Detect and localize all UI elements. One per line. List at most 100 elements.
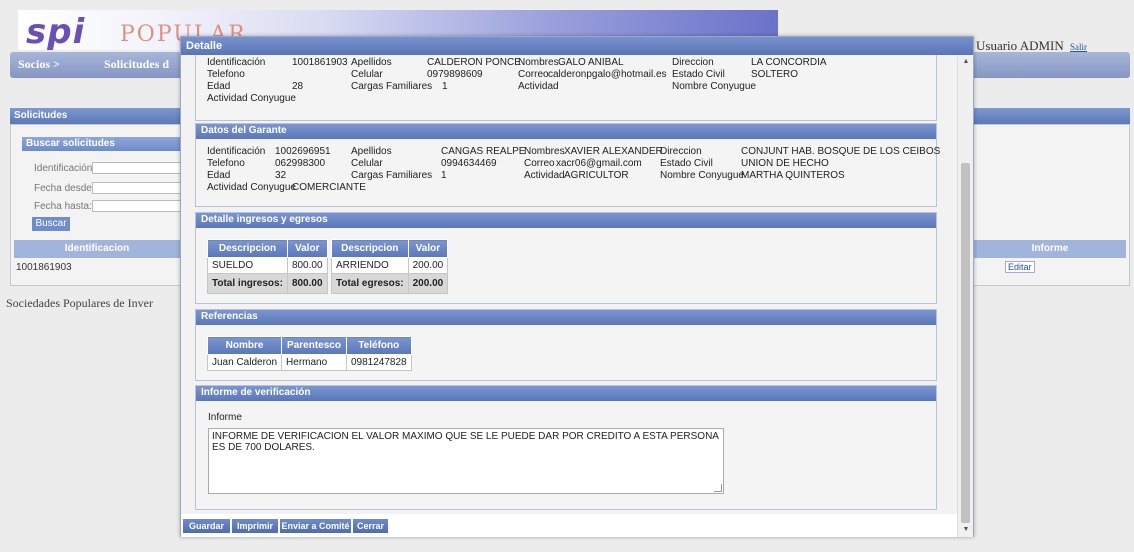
table-row: SUELDO 800.00 [207, 257, 328, 274]
scroll-down-icon[interactable]: ▼ [958, 523, 974, 537]
label-identificacion: Identificación: [34, 163, 96, 174]
guarantor-celular-label: Celular [351, 158, 383, 169]
scrollbar-thumb[interactable] [961, 163, 970, 523]
guarantor-actividad-conyugue-label: Actividad Conyugue [207, 182, 296, 193]
ref-nombre: Juan Calderon [206, 354, 283, 371]
references-section-title: Referencias [196, 310, 936, 325]
guarantor-nombre-conyugue-label: Nombre Conyugue [660, 170, 744, 181]
guarantor-estado-civil: UNION DE HECHO [741, 158, 829, 169]
guarantor-direccion: CONJUNT HAB. BOSQUE DE LOS CEIBOS [741, 146, 941, 157]
resize-grip-icon[interactable] [714, 484, 722, 492]
verification-section-title: Informe de verificación [196, 386, 936, 401]
search-box-title: Buscar solicitudes [22, 137, 182, 151]
applicant-telefono-label: Telefono [207, 69, 245, 80]
references-table: Nombre Parentesco Teléfono Juan Calderon… [206, 336, 412, 371]
guarantor-estado-civil-label: Estado Civil [660, 158, 713, 169]
applicant-nombres: GALO ANIBAL [558, 57, 624, 68]
search-id-input[interactable] [92, 162, 192, 174]
footer-text: Sociedades Populares de Inver [6, 296, 153, 310]
search-from-input[interactable] [92, 182, 192, 194]
close-button[interactable]: Cerrar [353, 519, 389, 533]
guarantor-cargas: 1 [441, 170, 447, 181]
table-row: Total egresos: 200.00 [331, 273, 449, 294]
guarantor-identificacion-label: Identificación [207, 146, 266, 157]
search-button[interactable]: Buscar [32, 217, 70, 231]
dialog-title: Detalle [181, 37, 973, 55]
applicant-estado-civil: SOLTERO [751, 69, 799, 80]
applicant-edad-label: Edad [207, 81, 231, 92]
finance-section-title: Detalle ingresos y egresos [196, 213, 936, 228]
dialog-scrollbar[interactable]: ▲ ▼ [957, 55, 973, 537]
applicant-actividad-label: Actividad [518, 81, 559, 92]
dialog-footer: Guardar Imprimir Enviar a Comité Cerrar [181, 514, 957, 537]
guarantor-correo-label: Correo [524, 158, 555, 169]
table-row: Juan Calderon Hermano 0981247828 [206, 354, 412, 371]
income-value: 800.00 [286, 257, 328, 274]
total-expense: 200.00 [407, 273, 449, 294]
save-button[interactable]: Guardar [183, 519, 231, 533]
col-header-informe: Informe [974, 240, 1126, 258]
verification-section: Informe de verificación Informe INFORME … [195, 385, 937, 510]
applicant-estado-civil-label: Estado Civil [672, 69, 725, 80]
guarantor-edad-label: Edad [207, 170, 231, 181]
ref-parentesco: Hermano [281, 354, 347, 371]
scroll-up-icon[interactable]: ▲ [958, 55, 974, 69]
applicant-apellidos-label: Apellidos [351, 57, 392, 68]
search-to-input[interactable] [92, 200, 192, 212]
print-button[interactable]: Imprimir [232, 519, 279, 533]
guarantor-telefono-label: Telefono [207, 158, 245, 169]
col-header-identificacion: Identificacion [14, 240, 180, 258]
applicant-cargas: 1 [442, 81, 448, 92]
income-col-valor: Valor [286, 239, 328, 258]
table-row: Total ingresos: 800.00 [207, 273, 328, 294]
applicant-correo-label: Correo [518, 69, 549, 80]
expense-value: 200.00 [407, 257, 449, 274]
total-expense-label: Total egresos: [331, 273, 409, 294]
applicant-correo: calderonpgalo@hotmail.es [548, 69, 667, 80]
applicant-nombres-label: Nombres [518, 57, 559, 68]
applicant-identificacion: 1001861903 [292, 57, 348, 68]
total-income-label: Total ingresos: [207, 273, 288, 294]
applicant-identificacion-label: Identificación [207, 57, 266, 68]
applicant-edad: 28 [292, 81, 304, 92]
informe-text: INFORME DE VERIFICACION EL VALOR MAXIMO … [212, 431, 719, 453]
guarantor-section: Datos del Garante Identificación 1002696… [195, 123, 941, 207]
finance-section: Detalle ingresos y egresos Descripcion V… [195, 212, 937, 304]
guarantor-nombres-label: Nombres [524, 146, 565, 157]
edit-link[interactable]: Editar [1005, 261, 1035, 273]
ref-col-telefono: Teléfono [345, 336, 412, 355]
expense-col-desc: Descripcion [331, 239, 409, 258]
guarantor-cargas-label: Cargas Familiares [351, 170, 433, 181]
guarantor-edad: 32 [275, 170, 287, 181]
guarantor-identificacion: 1002696951 [275, 146, 331, 157]
informe-textarea[interactable]: INFORME DE VERIFICACION EL VALOR MAXIMO … [208, 428, 724, 494]
guarantor-nombres: XAVIER ALEXANDER [564, 146, 663, 157]
guarantor-direccion-label: Direccion [660, 146, 702, 157]
logo-text: spi [26, 12, 86, 52]
nav-item-socios[interactable]: Socios > [18, 57, 60, 72]
ref-col-nombre: Nombre [206, 336, 283, 355]
logout-link[interactable]: Salir [1070, 42, 1087, 52]
expense-desc: ARRIENDO [331, 257, 409, 274]
applicant-celular-label: Celular [351, 69, 383, 80]
dialog-body: Identificación 1001861903 Apellidos CALD… [181, 55, 957, 514]
references-section: Referencias Nombre Parentesco Teléfono J… [195, 309, 937, 381]
guarantor-telefono: 062998300 [275, 158, 326, 169]
income-desc: SUELDO [207, 257, 288, 274]
guarantor-correo: xacr06@gmail.com [556, 158, 642, 169]
expense-col-valor: Valor [407, 239, 449, 258]
income-table: Descripcion Valor SUELDO 800.00 Total in… [207, 239, 328, 294]
label-fecha-hasta: Fecha hasta: [34, 201, 92, 212]
guarantor-section-title: Datos del Garante [196, 124, 936, 139]
nav-item-solicitudes[interactable]: Solicitudes d [104, 57, 169, 72]
guarantor-celular: 0994634469 [441, 158, 497, 169]
applicant-cargas-label: Cargas Familiares [351, 81, 433, 92]
send-committee-button[interactable]: Enviar a Comité [280, 519, 352, 533]
guarantor-nombre-conyugue: MARTHA QUINTEROS [741, 170, 845, 181]
applicant-direccion-label: Direccion [672, 57, 714, 68]
ref-col-parentesco: Parentesco [281, 336, 347, 355]
user-label: Usuario ADMIN [976, 38, 1064, 53]
applicant-apellidos: CALDERON PONCE [427, 57, 521, 68]
income-col-desc: Descripcion [207, 239, 288, 258]
applicant-nombre-conyugue-label: Nombre Conyugue [672, 81, 756, 92]
